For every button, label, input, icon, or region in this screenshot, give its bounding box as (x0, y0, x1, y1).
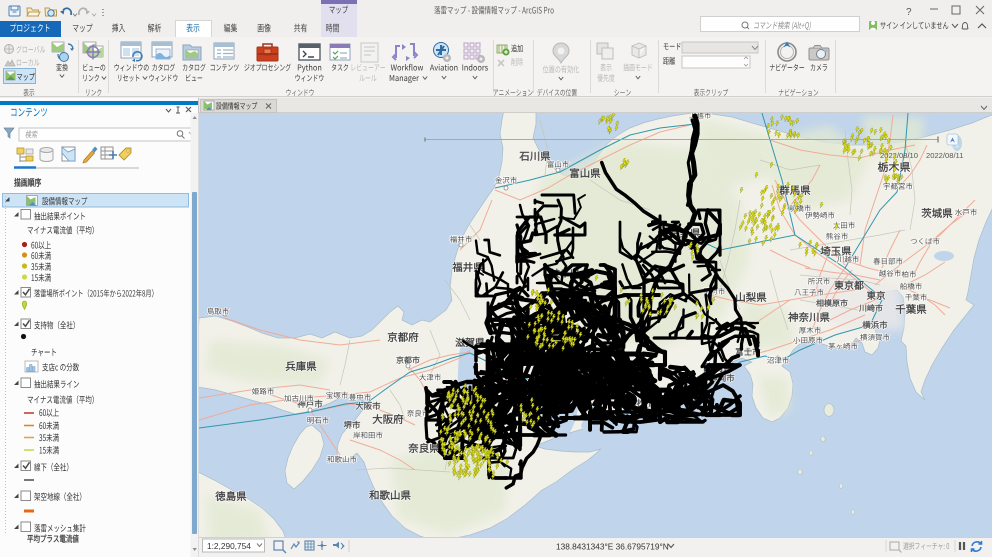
svg-text:138.8431343°E 36.6795719°N: 138.8431343°E 36.6795719°N (556, 542, 669, 552)
svg-text:2022/08/11: 2022/08/11 (926, 151, 963, 160)
svg-text:1:2,290,754: 1:2,290,754 (207, 541, 251, 551)
svg-text:?: ? (906, 7, 912, 18)
